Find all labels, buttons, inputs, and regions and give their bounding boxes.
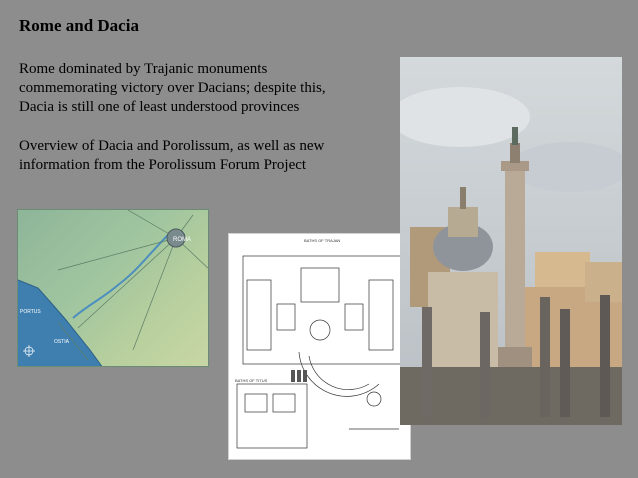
plan-outer-wall [242,255,404,365]
plan-semicircle [298,351,380,397]
plan-semicircle [308,355,370,390]
plan-image: BATHS OF TRAJAN BATHS OF TITUS [228,233,411,460]
statue [512,127,518,145]
ruin-column [560,309,570,417]
map-image: ROMA PORTUS OSTIA [17,209,209,367]
river [72,234,169,319]
ruin-column [540,297,550,417]
plan-caption-top: BATHS OF TRAJAN [304,238,340,243]
plan-apse [309,319,331,341]
plan-lower-room [272,393,296,413]
city-label-ostia: OSTIA [54,339,70,345]
plan-graphic: BATHS OF TRAJAN BATHS OF TITUS [235,238,404,449]
overview-paragraph: Overview of Dacia and Porolissum, as wel… [19,137,379,175]
plan-lower-building [236,383,308,449]
cloud [400,87,530,147]
intro-paragraph: Rome dominated by Trajanic monuments com… [19,60,379,117]
plan-room [246,279,272,351]
overview-line-2: information from the Porolissum Forum Pr… [19,157,307,173]
plan-hall [300,267,340,303]
church-spire [460,187,466,209]
church-drum [448,207,478,237]
city-label-roma: ROMA [173,237,191,243]
photo-graphic [400,87,622,425]
slide-title: Rome and Dacia [19,16,139,35]
plan-caption-left: BATHS OF TITUS [235,378,268,383]
plan-north-arrow [366,391,382,407]
plan-room [276,303,296,331]
ruin-column [422,307,432,417]
column-photo [400,57,622,425]
plan-stair [291,370,295,382]
plan-stair [303,370,307,382]
ruin-column [600,295,610,417]
intro-line-1: Rome dominated by Trajanic monuments [19,61,268,77]
plan-lower-room [244,393,268,413]
statue-pedestal [510,143,520,163]
column-shaft [505,167,525,357]
intro-line-2: commemorating victory over Dacians; desp… [19,80,326,96]
road [132,237,177,351]
ruin-column [480,312,490,417]
sea-area [18,280,102,366]
overview-line-1: Overview of Dacia and Porolissum, as wel… [19,138,325,154]
plan-room [368,279,394,351]
ground [400,367,622,425]
city-label-portus: PORTUS [20,309,41,315]
plan-room [344,303,364,331]
intro-line-3: Dacia is still one of least understood p… [19,99,300,115]
map-graphic: ROMA PORTUS OSTIA [18,210,208,366]
plan-stair [297,370,301,382]
